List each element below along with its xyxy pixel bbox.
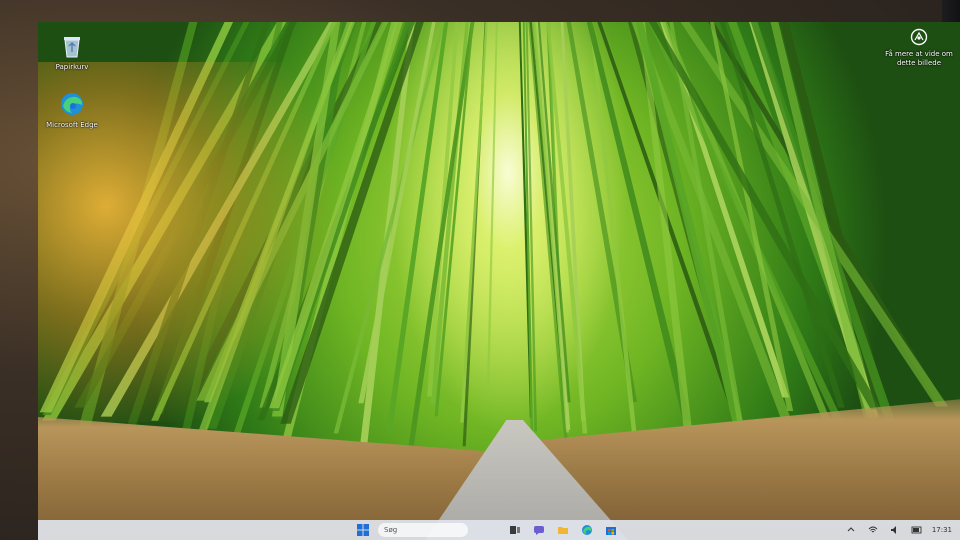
search-placeholder: Søg — [384, 526, 398, 534]
camera-icon — [910, 28, 928, 46]
bamboo-stalk — [486, 22, 498, 396]
taskbar-clock[interactable]: 17:31 — [932, 526, 952, 534]
desktop-icon-edge[interactable]: Microsoft Edge — [40, 90, 104, 129]
edge-icon — [58, 90, 86, 118]
windows-logo-icon — [357, 524, 369, 536]
spotlight-label: Få mere at vide om dette billede — [885, 50, 953, 67]
desktop-icon-label: Microsoft Edge — [46, 121, 98, 129]
chat-icon[interactable] — [532, 523, 546, 537]
desktop-screen: Papirkurv Microsoft Edge Få mere at vide… — [38, 22, 960, 540]
edge-icon[interactable] — [580, 523, 594, 537]
desktop-icon-recycle-bin[interactable]: Papirkurv — [40, 32, 104, 71]
store-icon[interactable] — [604, 523, 618, 537]
start-button[interactable] — [356, 523, 370, 537]
file-explorer-icon[interactable] — [556, 523, 570, 537]
recycle-bin-icon — [58, 32, 86, 60]
desktop-icon-label: Papirkurv — [55, 63, 89, 71]
spotlight-learn-more[interactable]: Få mere at vide om dette billede — [884, 28, 954, 68]
taskbar-search[interactable]: Søg — [378, 523, 468, 537]
chevron-up-icon[interactable] — [844, 523, 858, 537]
bamboo-stalk — [589, 22, 638, 442]
bamboo-wallpaper — [38, 22, 960, 540]
battery-icon[interactable] — [910, 523, 924, 537]
volume-icon[interactable] — [888, 523, 902, 537]
wifi-icon[interactable] — [866, 523, 880, 537]
task-view-icon[interactable] — [508, 523, 522, 537]
taskbar: Søg 17:31 — [38, 520, 960, 540]
